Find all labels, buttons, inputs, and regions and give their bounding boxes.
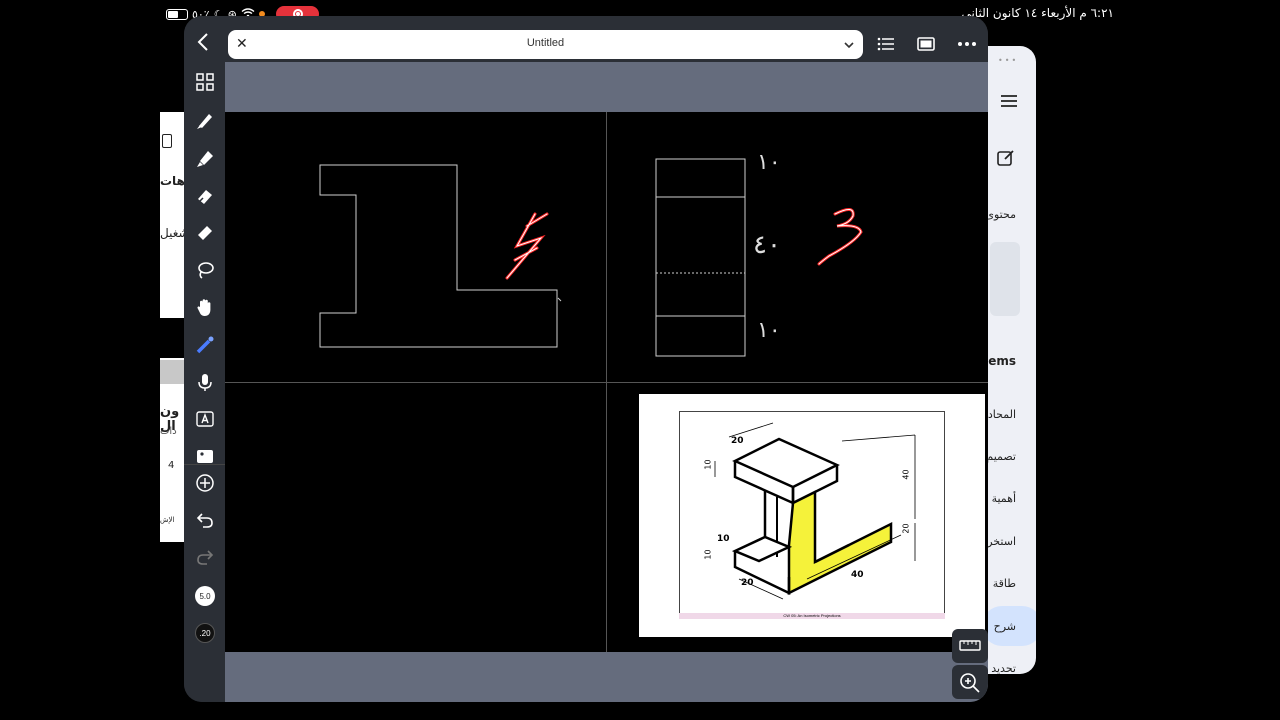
text-box-icon <box>196 411 214 427</box>
bg-right-item-5[interactable]: استخر <box>987 535 1016 548</box>
ref-dim-7: 20 <box>741 578 754 588</box>
add-button[interactable] <box>193 471 217 495</box>
red-annotation-label-1: ٤ <box>528 216 529 217</box>
tape-icon <box>198 226 212 240</box>
bg-right-item-4[interactable]: أهمية <box>992 492 1016 505</box>
shape-eraser-tool-button[interactable] <box>193 221 217 245</box>
zoom-button[interactable] <box>952 665 988 699</box>
eraser-icon <box>198 190 212 204</box>
dimension-label-middle: ٤٠ <box>753 230 781 260</box>
list-icon[interactable] <box>877 36 899 54</box>
chevron-down-icon[interactable] <box>843 37 855 51</box>
bg-left-text-4: دات <box>160 426 177 437</box>
ref-dim-4: 20 <box>901 523 911 534</box>
laser-pointer-icon <box>196 336 214 354</box>
drawing-page[interactable]: ٤ ١٠ ٤٠ ١٠ ٣ <box>225 112 988 652</box>
ruler-button[interactable] <box>952 629 988 663</box>
bg-left-text-6: الإش <box>160 516 175 524</box>
hand-icon <box>197 299 211 316</box>
reference-caption: CW 05: An Isometric Projections <box>679 613 945 619</box>
window-icon <box>162 134 172 148</box>
undo-button[interactable] <box>193 508 217 532</box>
page-view-icon[interactable] <box>917 36 939 54</box>
window-grabber: ••• <box>998 56 1019 65</box>
redo-icon <box>197 550 214 565</box>
opacity-button[interactable]: .20 <box>195 623 215 643</box>
plus-circle-icon <box>196 474 214 492</box>
ref-dim-5: 10 <box>717 534 730 544</box>
bg-right-item-0: محتوى <box>985 208 1016 221</box>
dimension-label-top: ١٠ <box>757 150 781 175</box>
grid-icon <box>196 73 214 91</box>
ref-dim-6: 10 <box>703 549 713 560</box>
compose-icon[interactable] <box>996 148 1016 168</box>
pen-tool-button[interactable] <box>193 108 217 132</box>
ruler-icon <box>959 640 981 651</box>
lasso-icon <box>198 262 214 279</box>
bg-right-item-8[interactable]: تحديد <box>991 662 1016 674</box>
text-tool-button[interactable] <box>193 407 217 431</box>
laser-pointer-tool-button[interactable] <box>193 333 217 357</box>
red-annotation-label-2: ٣ <box>845 222 846 223</box>
red-annotation-mark-1 <box>505 212 549 280</box>
document-title-field[interactable]: ✕ Untitled <box>228 30 863 59</box>
redo-button[interactable] <box>193 545 217 569</box>
stroke-size-button[interactable]: 5.0 <box>195 586 215 606</box>
ref-dim-1: 20 <box>731 436 744 446</box>
highlighter-icon <box>197 151 213 167</box>
pen-icon <box>197 114 212 129</box>
undo-icon <box>196 513 213 528</box>
bg-right-item-6[interactable]: طاقة <box>993 577 1016 590</box>
menu-icon[interactable] <box>1000 94 1018 108</box>
isometric-drawing <box>714 422 916 600</box>
document-title: Untitled <box>526 37 565 49</box>
microphone-icon <box>198 374 212 391</box>
microphone-button[interactable] <box>193 370 217 394</box>
more-options-icon[interactable] <box>957 36 979 54</box>
back-button[interactable] <box>196 32 216 58</box>
top-toolbar: ✕ Untitled <box>184 16 988 62</box>
dimension-label-bottom: ١٠ <box>757 318 781 343</box>
bg-right-item-3[interactable]: تصميم <box>986 450 1016 463</box>
eraser-tool-button[interactable] <box>193 184 217 208</box>
lasso-tool-button[interactable] <box>193 258 217 282</box>
hand-tool-button[interactable] <box>193 295 217 319</box>
highlighter-tool-button[interactable] <box>193 146 217 170</box>
red-annotation-mark-2 <box>817 208 863 266</box>
canvas-area[interactable]: ٤ ١٠ ٤٠ ١٠ ٣ <box>225 62 988 702</box>
quadrant-divider-horizontal <box>225 382 988 383</box>
tool-sidebar: 5.0 .20 <box>184 62 225 702</box>
image-icon <box>197 450 213 463</box>
notes-app-window[interactable]: ✕ Untitled 5.0 .20 ١٠ ٤٠ ١٠ 20 10 40 20 … <box>184 16 988 702</box>
bg-left-count: 4 <box>168 460 175 471</box>
chevron-left-icon <box>197 33 208 51</box>
side-view-sketch <box>655 158 746 357</box>
ref-dim-8: 40 <box>851 570 864 580</box>
ref-dim-3: 40 <box>901 469 911 480</box>
ref-dim-2: 10 <box>703 459 713 470</box>
isometric-reference-image[interactable]: 20 10 40 20 10 10 20 40 CW 05: An Isomet… <box>639 394 985 637</box>
grid-view-button[interactable] <box>193 70 217 94</box>
sidebar-divider <box>184 464 225 465</box>
bg-right-item-7[interactable]: شرح <box>994 620 1016 633</box>
bg-right-thumbnail <box>990 242 1020 316</box>
zoom-in-icon <box>960 673 980 693</box>
